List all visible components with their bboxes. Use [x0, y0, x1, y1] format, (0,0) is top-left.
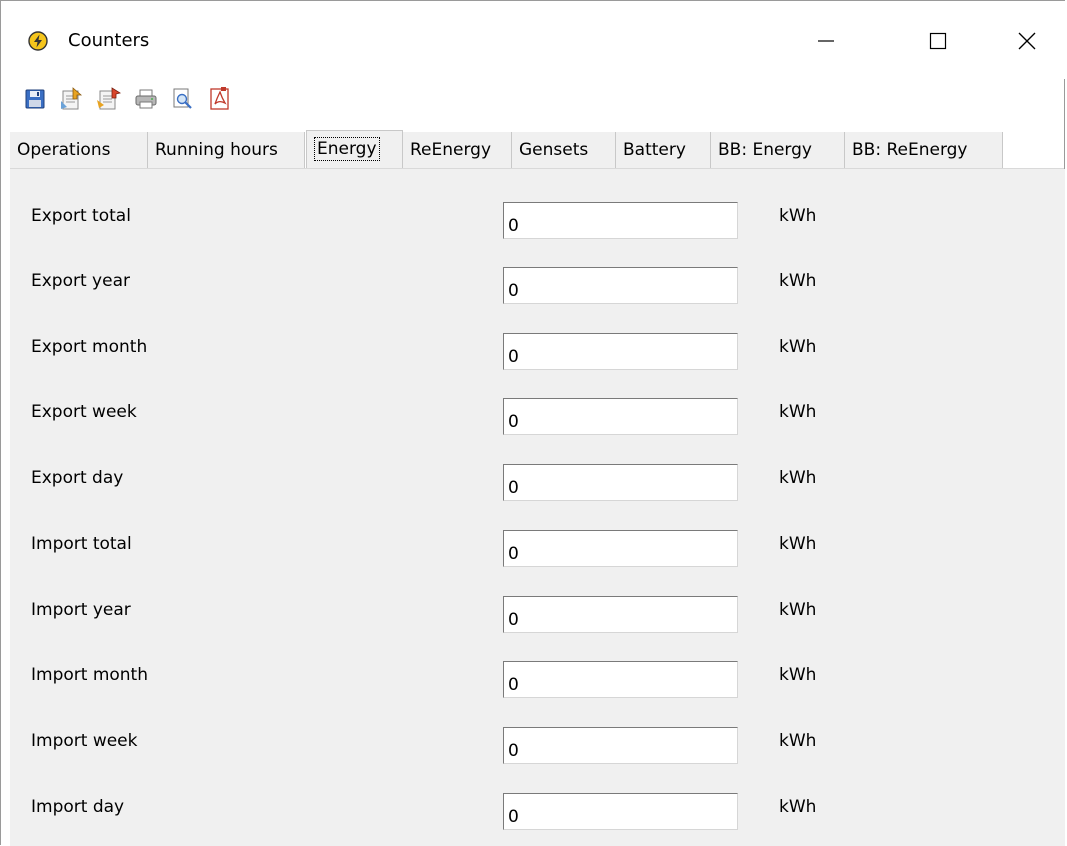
import-week-field[interactable]	[503, 727, 738, 764]
export-year-field[interactable]	[503, 267, 738, 304]
maximize-button[interactable]	[908, 19, 968, 63]
import-month-field[interactable]	[503, 661, 738, 698]
window-title: Counters	[68, 30, 150, 51]
import-month-unit: kWh	[779, 665, 817, 685]
import-day-field[interactable]	[503, 793, 738, 830]
export-day-unit: kWh	[779, 468, 817, 488]
tab-label: Running hours	[155, 140, 278, 160]
maximize-icon	[929, 32, 947, 50]
export-icon	[97, 87, 122, 110]
import-total-unit: kWh	[779, 534, 817, 554]
export-week-unit: kWh	[779, 402, 817, 422]
tab-bb-reenergy[interactable]: BB: ReEnergy	[845, 132, 1003, 168]
close-icon	[1018, 32, 1036, 50]
save-icon	[25, 89, 45, 109]
export-day-field[interactable]	[503, 464, 738, 501]
title-bar[interactable]: Counters	[1, 1, 1065, 79]
pdf-export-button[interactable]	[206, 85, 234, 113]
tab-label: Operations	[17, 140, 111, 160]
export-year-label: Export year	[31, 271, 130, 291]
tab-strip: Operations Running hours Energy ReEnergy…	[10, 130, 1064, 169]
export-week-field[interactable]	[503, 398, 738, 435]
export-day-label: Export day	[31, 468, 124, 488]
lightning-app-icon	[28, 31, 48, 51]
import-total-label: Import total	[31, 534, 132, 554]
print-button[interactable]	[132, 85, 160, 113]
export-month-field[interactable]	[503, 333, 738, 370]
export-total-field[interactable]	[503, 202, 738, 239]
close-button[interactable]	[997, 19, 1057, 63]
import-year-field[interactable]	[503, 596, 738, 633]
export-year-unit: kWh	[779, 271, 817, 291]
import-day-unit: kWh	[779, 797, 817, 817]
export-total-unit: kWh	[779, 206, 817, 226]
tab-bb-energy[interactable]: BB: Energy	[711, 132, 845, 168]
tab-energy[interactable]: Energy	[306, 130, 403, 168]
export-week-label: Export week	[31, 402, 137, 422]
import-total-field[interactable]	[503, 530, 738, 567]
import-week-label: Import week	[31, 731, 138, 751]
print-preview-icon	[173, 88, 192, 109]
energy-panel: Export total kWh Export year kWh Export …	[10, 169, 1065, 846]
tab-battery[interactable]: Battery	[616, 132, 711, 168]
tab-label: Gensets	[519, 140, 589, 160]
import-year-unit: kWh	[779, 600, 817, 620]
import-week-unit: kWh	[779, 731, 817, 751]
tab-reenergy[interactable]: ReEnergy	[403, 132, 512, 168]
pdf-export-icon	[210, 87, 229, 110]
import-year-label: Import year	[31, 600, 131, 620]
import-button[interactable]	[58, 85, 86, 113]
tab-label: Battery	[623, 140, 686, 160]
export-month-label: Export month	[31, 337, 148, 357]
counters-window: Counters Operations Running hours Energy…	[0, 0, 1065, 846]
print-preview-button[interactable]	[169, 85, 197, 113]
tab-gensets[interactable]: Gensets	[512, 132, 616, 168]
print-icon	[135, 89, 157, 109]
import-icon	[61, 87, 83, 110]
export-total-label: Export total	[31, 206, 131, 226]
export-month-unit: kWh	[779, 337, 817, 357]
tab-running-hours[interactable]: Running hours	[148, 132, 305, 168]
tab-operations[interactable]: Operations	[10, 132, 148, 168]
save-button[interactable]	[21, 85, 49, 113]
tab-label: BB: ReEnergy	[852, 140, 968, 160]
tab-label: Energy	[314, 137, 380, 161]
tab-label: ReEnergy	[410, 140, 492, 160]
import-day-label: Import day	[31, 797, 125, 817]
minimize-icon	[818, 40, 834, 42]
tab-label: BB: Energy	[718, 140, 812, 160]
export-button[interactable]	[95, 85, 123, 113]
import-month-label: Import month	[31, 665, 148, 685]
toolbar	[21, 81, 243, 117]
minimize-button[interactable]	[796, 19, 856, 63]
